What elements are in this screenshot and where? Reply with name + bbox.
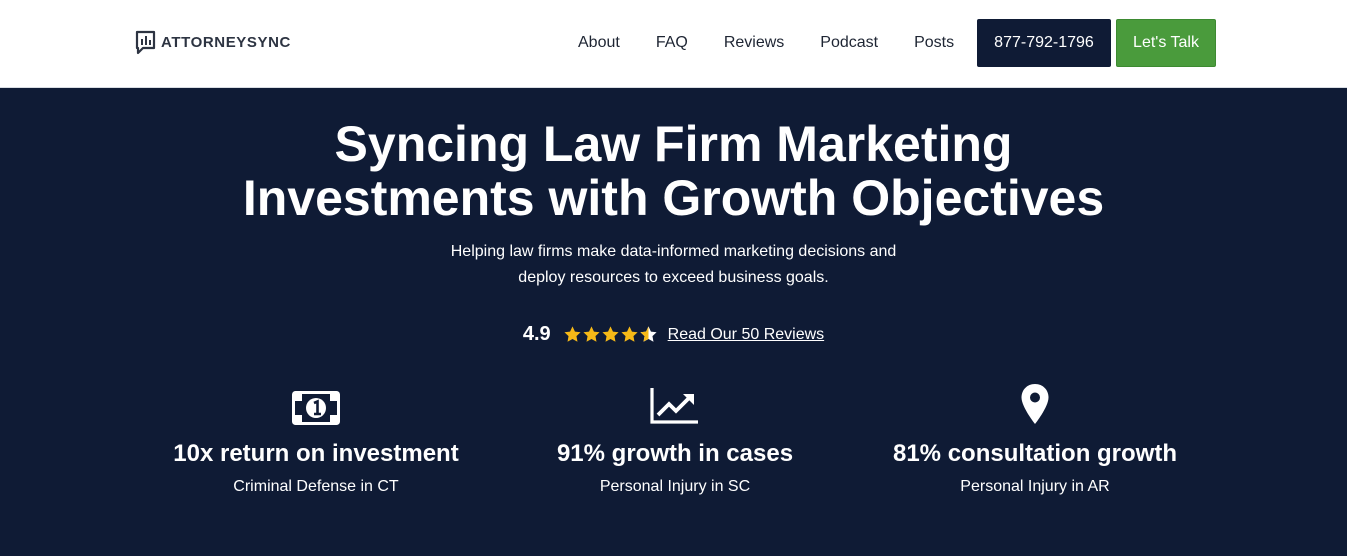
star-icon (602, 326, 619, 342)
star-icon (621, 326, 638, 342)
nav-about[interactable]: About (578, 34, 620, 52)
rating-value: 4.9 (522, 323, 551, 345)
hero-title-line1: Syncing Law Firm Marketing (334, 116, 1013, 172)
stat-subtitle: Personal Injury in SC (599, 478, 751, 495)
stat-subtitle: Personal Injury in AR (960, 478, 1110, 495)
nav-reviews[interactable]: Reviews (724, 34, 784, 52)
stat-cases: 91% growth in cases Personal Injury in S… (485, 385, 865, 497)
logo-text: ATTORNEYSYNC (161, 33, 291, 51)
nav-podcast[interactable]: Podcast (820, 34, 878, 52)
stat-subtitle: Criminal Defense in CT (233, 478, 399, 495)
hero-subtitle-line2: deploy resources to exceed business goal… (518, 269, 829, 286)
rating-row: 4.9 Read Our 50 Reviews (0, 323, 1347, 346)
site-header: ATTORNEYSYNC About FAQ Reviews Podcast P… (0, 0, 1347, 88)
hero-section: Syncing Law Firm Marketing Investments w… (0, 89, 1347, 556)
nav-faq[interactable]: FAQ (656, 34, 688, 52)
stat-roi: 10x return on investment Criminal Defens… (126, 385, 506, 497)
read-reviews-link[interactable]: Read Our 50 Reviews (668, 326, 825, 344)
site-logo[interactable]: ATTORNEYSYNC (135, 28, 291, 56)
main-nav: About FAQ Reviews Podcast Posts (560, 0, 990, 86)
nav-posts[interactable]: Posts (914, 34, 954, 52)
map-pin-icon (1021, 384, 1049, 424)
hero-subtitle: Helping law firms make data-informed mar… (0, 239, 1347, 291)
rating-stars (563, 325, 658, 344)
chart-line-icon (650, 388, 698, 424)
star-icon (564, 326, 581, 342)
stat-title: 81% consultation growth (892, 440, 1177, 467)
stat-consultations: 81% consultation growth Personal Injury … (845, 384, 1225, 497)
logo-icon (135, 30, 156, 55)
stat-title: 91% growth in cases (556, 440, 794, 467)
hero-subtitle-line1: Helping law firms make data-informed mar… (450, 243, 897, 260)
lets-talk-button[interactable]: Let's Talk (1116, 19, 1216, 67)
phone-button[interactable]: 877-792-1796 (977, 19, 1111, 67)
star-icon (583, 326, 600, 342)
money-bill-icon (292, 391, 340, 425)
stat-title: 10x return on investment (173, 440, 459, 467)
half-star-icon (640, 326, 657, 342)
hero-title: Syncing Law Firm Marketing Investments w… (0, 117, 1347, 225)
hero-title-line2: Investments with Growth Objectives (242, 170, 1105, 226)
